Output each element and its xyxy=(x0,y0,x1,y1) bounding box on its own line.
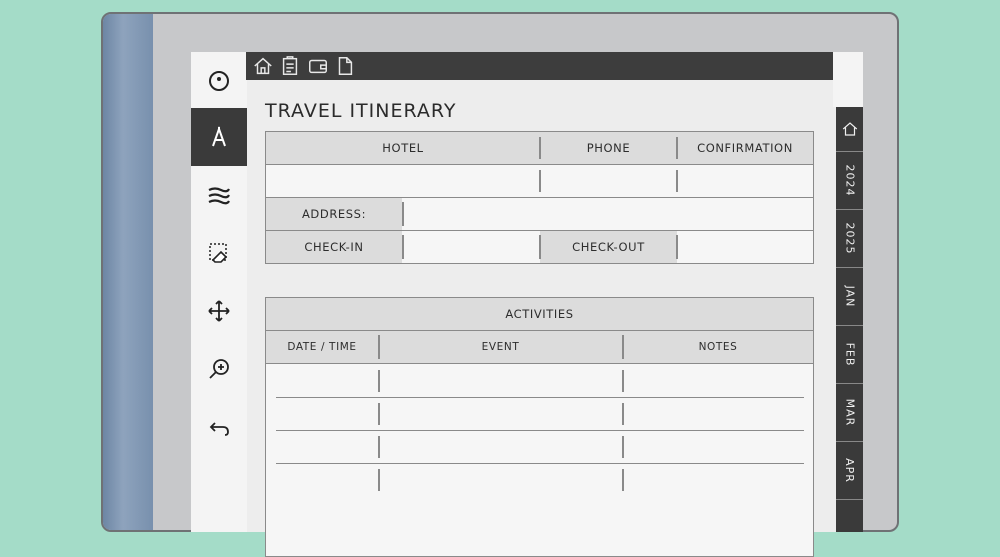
tablet-device: TRAVEL ITINERARY HOTEL PHONE CONFIRMATIO… xyxy=(101,12,899,557)
tab-home[interactable] xyxy=(836,107,863,152)
tab-feb[interactable]: FEB xyxy=(836,325,863,384)
divider xyxy=(378,370,380,392)
divider xyxy=(676,137,678,159)
tablet-spine xyxy=(103,14,153,530)
document-icon[interactable] xyxy=(334,55,356,77)
hotel-table: HOTEL PHONE CONFIRMATION ADDRESS: CHECK-… xyxy=(265,131,814,264)
zoom-in-icon[interactable] xyxy=(191,340,247,398)
tab-2024[interactable]: 2024 xyxy=(836,151,863,210)
activities-table: ACTIVITIES DATE / TIME EVENT NOTES xyxy=(265,297,814,557)
right-rail-top xyxy=(833,52,863,107)
check-out-label: CHECK-OUT xyxy=(540,231,677,263)
activities-title: ACTIVITIES xyxy=(266,298,813,330)
confirmation-header: CONFIRMATION xyxy=(697,141,793,155)
divider xyxy=(539,137,541,159)
phone-header: PHONE xyxy=(586,141,631,155)
divider xyxy=(539,170,541,192)
divider xyxy=(402,202,404,226)
tab-label: FEB xyxy=(842,342,856,366)
tablet-screen: TRAVEL ITINERARY HOTEL PHONE CONFIRMATIO… xyxy=(191,52,863,557)
top-navigation-bar xyxy=(246,52,833,80)
stroke-width-icon[interactable] xyxy=(191,166,247,224)
undo-icon[interactable] xyxy=(191,398,247,456)
pen-icon[interactable] xyxy=(191,108,247,166)
divider xyxy=(539,235,541,259)
page-title: TRAVEL ITINERARY xyxy=(265,100,457,122)
address-field[interactable] xyxy=(403,198,813,230)
tab-label: JAN xyxy=(843,285,856,307)
confirmation-field[interactable] xyxy=(677,165,813,197)
activity-row-line[interactable] xyxy=(276,463,804,464)
tab-2025[interactable]: 2025 xyxy=(836,209,863,268)
address-label: ADDRESS: xyxy=(266,198,402,230)
tab-label: MAR xyxy=(843,398,857,426)
hotel-field[interactable] xyxy=(266,165,540,197)
tab-jan[interactable]: JAN xyxy=(836,267,863,326)
check-in-label: CHECK-IN xyxy=(266,231,402,263)
event-header: EVENT xyxy=(481,341,520,353)
menu-circle-icon[interactable] xyxy=(191,52,247,110)
eraser-selection-icon[interactable] xyxy=(191,224,247,282)
phone-field[interactable] xyxy=(540,165,677,197)
home-icon[interactable] xyxy=(252,55,274,77)
activity-row-line[interactable] xyxy=(276,430,804,431)
tab-apr[interactable]: APR xyxy=(836,441,863,500)
side-tabs: 2024 2025 JAN FEB MAR APR xyxy=(836,107,863,532)
tab-label: 2025 xyxy=(843,222,856,254)
divider xyxy=(622,370,624,392)
move-icon[interactable] xyxy=(191,282,247,340)
clipboard-icon[interactable] xyxy=(279,55,301,77)
hotel-header: HOTEL xyxy=(382,141,424,155)
tab-label: 2024 xyxy=(843,164,856,196)
check-out-field[interactable] xyxy=(677,231,813,263)
home-icon xyxy=(842,122,857,136)
itinerary-page: TRAVEL ITINERARY HOTEL PHONE CONFIRMATIO… xyxy=(264,100,814,557)
tab-mar[interactable]: MAR xyxy=(836,383,863,442)
divider xyxy=(378,403,380,425)
divider xyxy=(378,335,380,359)
divider xyxy=(676,170,678,192)
wallet-icon[interactable] xyxy=(307,55,329,77)
divider xyxy=(266,363,813,364)
divider xyxy=(402,235,404,259)
tab-label: APR xyxy=(843,457,856,483)
divider xyxy=(676,235,678,259)
divider xyxy=(622,469,624,491)
activity-row-line[interactable] xyxy=(276,397,804,398)
divider xyxy=(378,469,380,491)
notes-header: NOTES xyxy=(698,341,738,353)
divider xyxy=(622,335,624,359)
date-time-header: DATE / TIME xyxy=(287,341,357,353)
divider xyxy=(378,436,380,458)
divider xyxy=(622,436,624,458)
check-in-field[interactable] xyxy=(403,231,539,263)
divider xyxy=(622,403,624,425)
left-toolbar xyxy=(191,52,247,532)
